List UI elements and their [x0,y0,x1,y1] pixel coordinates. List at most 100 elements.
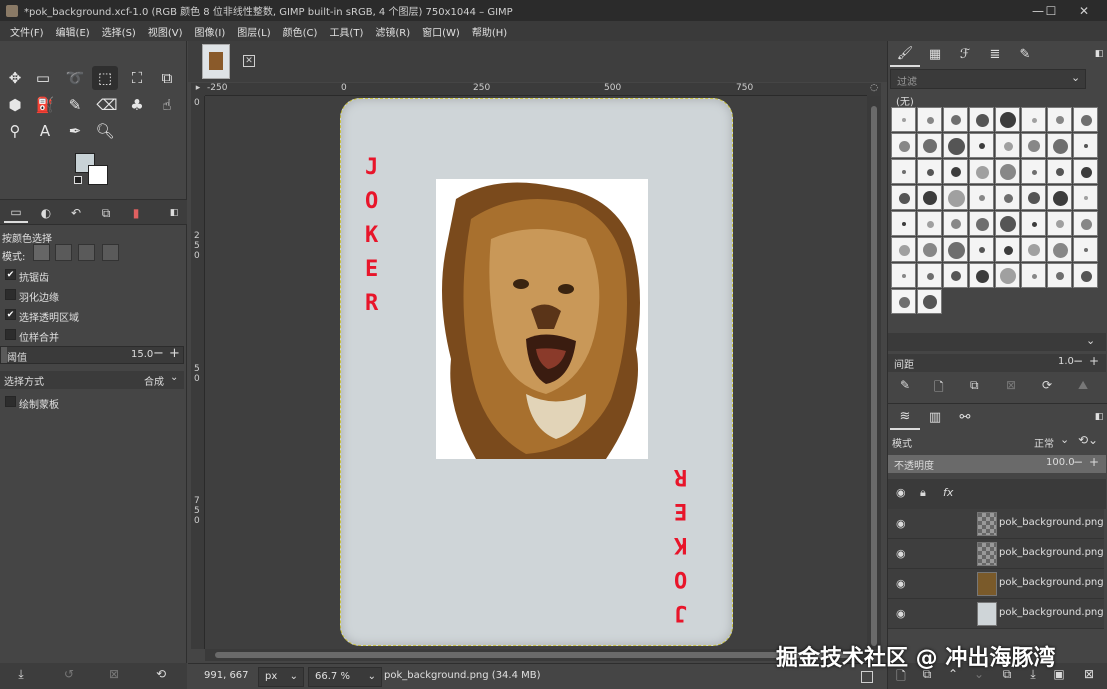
visibility-eye-icon[interactable]: ◉ [896,517,906,530]
images-tab-icon[interactable]: ⧉ [94,203,118,223]
brush-thumbnail[interactable] [943,159,968,184]
quick-mask-corner-icon[interactable]: ▸ [191,83,205,96]
refresh-brushes-icon[interactable]: ⟳ [1042,378,1052,392]
mode-subtract-button[interactable] [78,244,95,261]
undo-history-tab-icon[interactable]: ↶ [64,203,88,223]
brush-thumbnail[interactable] [1047,133,1072,158]
brush-thumbnail[interactable] [995,263,1020,288]
brush-thumbnail[interactable] [891,289,916,314]
new-brush-icon[interactable]: 🗋 [934,378,944,399]
brush-thumbnail[interactable] [995,237,1020,262]
brush-thumbnail[interactable] [891,159,916,184]
brush-thumbnail[interactable] [891,237,916,262]
bucket-fill-tool-icon[interactable]: ⛽ [32,93,58,117]
text-tool-icon[interactable]: A [32,119,58,143]
brush-thumbnail[interactable] [1047,185,1072,210]
paths-tool-icon[interactable]: ⚲ [2,119,28,143]
zoom-dropdown[interactable]: 66.7 % ⌄ [308,667,382,687]
menu-view[interactable]: 视图(V) [142,24,189,39]
menu-windows[interactable]: 窗口(W) [416,24,466,39]
horizontal-scroll-thumb[interactable] [215,652,855,658]
brush-thumbnail[interactable] [1047,211,1072,236]
menu-select[interactable]: 选择(S) [96,24,142,39]
paths-tab-icon[interactable]: ⚯ [950,404,980,430]
eraser-tool-icon[interactable]: ⌫ [94,93,120,117]
menu-filters[interactable]: 滤镜(R) [369,24,416,39]
horizontal-scrollbar[interactable] [205,649,867,661]
delete-layer-icon[interactable]: ⊠ [1080,667,1098,685]
warp-tool-icon[interactable]: ⬢ [2,93,28,117]
tool-options-tab-icon[interactable]: ▭ [4,203,28,223]
unit-dropdown[interactable]: px ⌄ [258,667,304,687]
brush-thumbnail[interactable] [1073,185,1098,210]
spacing-slider[interactable]: 间距 1.0 − + [888,354,1106,372]
brush-thumbnail[interactable] [891,185,916,210]
transform-tool-icon[interactable]: ⧉ [154,66,180,90]
brush-thumbnail[interactable] [1021,263,1046,288]
clone-tool-icon[interactable]: ♣ [124,93,150,117]
threshold-slider[interactable]: 阈值 15.0 − + [0,346,184,364]
sample-merged-checkbox[interactable] [5,329,16,340]
antialias-checkbox[interactable]: ✔ [5,269,16,280]
smudge-tool-icon[interactable]: ☝ [154,93,180,117]
draw-mask-checkbox[interactable] [5,396,16,407]
default-colors-icon[interactable] [74,176,82,184]
document-tab-icon[interactable]: ▮ [124,203,148,223]
brush-thumbnail[interactable] [1021,159,1046,184]
brush-grid-expander[interactable]: ⌄ [888,333,1106,351]
panel-menu-icon[interactable]: ◧ [1084,404,1107,430]
increment-icon[interactable]: + [1089,455,1099,469]
vertical-scroll-thumb[interactable] [871,106,877,646]
device-status-tab-icon[interactable]: ◐ [34,203,58,223]
increment-icon[interactable]: + [169,346,180,361]
increment-icon[interactable]: + [1089,354,1099,368]
document-history-tab-icon[interactable]: ≣ [980,41,1010,67]
layer-row[interactable]: ◉ pok_background.png [888,569,1104,599]
brush-thumbnail[interactable] [943,133,968,158]
paintbrush-tool-icon[interactable]: ✎ [62,93,88,117]
brush-thumbnail[interactable] [1047,107,1072,132]
menu-file[interactable]: 文件(F) [4,24,50,39]
layer-mode-switch-icon[interactable]: ⟲⌄ [1078,433,1098,447]
brush-thumbnail[interactable] [1047,159,1072,184]
brush-thumbnail[interactable] [943,185,968,210]
brush-thumbnail[interactable] [1047,237,1072,262]
decrement-icon[interactable]: − [1073,455,1083,469]
brush-thumbnail[interactable] [1047,263,1072,288]
image-canvas[interactable]: J O K E R J O K E R [205,96,867,649]
menu-layer[interactable]: 图层(L) [231,24,276,39]
feather-checkbox[interactable] [5,289,16,300]
brush-thumbnail[interactable] [891,133,916,158]
menu-help[interactable]: 帮助(H) [466,24,513,39]
brush-thumbnail[interactable] [917,133,942,158]
zoom-tool-icon[interactable]: 🔍︎ [92,119,118,143]
zoom-on-resize-icon[interactable]: ◌ [867,83,881,96]
brush-thumbnail[interactable] [969,133,994,158]
navigate-icon[interactable] [861,671,873,683]
layer-row[interactable]: ◉ pok_background.png [888,509,1104,539]
brush-thumbnail[interactable] [943,211,968,236]
layers-tab-icon[interactable]: ≋ [890,404,920,430]
decrement-icon[interactable]: − [1073,354,1083,368]
brush-thumbnail[interactable] [943,107,968,132]
panel-menu-icon[interactable]: ◧ [1084,41,1107,67]
brush-thumbnail[interactable] [917,263,942,288]
brush-thumbnail[interactable] [995,185,1020,210]
brush-thumbnail[interactable] [1021,237,1046,262]
brush-thumbnail[interactable] [917,185,942,210]
brush-thumbnail[interactable] [969,211,994,236]
close-tab-icon[interactable]: ✕ [243,55,255,67]
select-by-dropdown[interactable]: 选择方式 合成 ⌄ [0,371,184,389]
menu-edit[interactable]: 编辑(E) [50,24,96,39]
brush-thumbnail[interactable] [1021,133,1046,158]
patterns-tab-icon[interactable]: ▦ [920,41,950,67]
layer-row[interactable]: ◉ pok_background.png [888,539,1104,569]
brush-thumbnail[interactable] [995,107,1020,132]
crop-tool-icon[interactable]: ⛶ [124,66,150,90]
brush-thumbnail[interactable] [917,107,942,132]
decrement-icon[interactable]: − [153,346,164,361]
layer-row[interactable]: ◉ pok_background.png [888,599,1104,629]
brush-thumbnail[interactable] [943,237,968,262]
brush-thumbnail[interactable] [1021,107,1046,132]
mode-add-button[interactable] [55,244,72,261]
